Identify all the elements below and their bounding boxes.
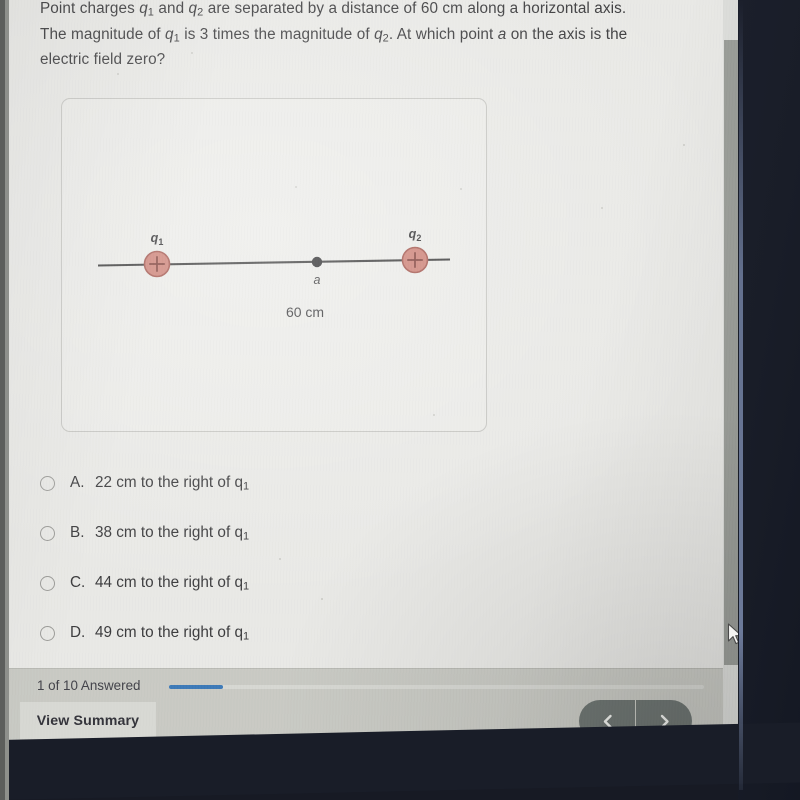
option-text-b-main: 38 cm to the right of q: [95, 524, 243, 541]
option-text-b: 38 cm to the right of q1: [95, 524, 249, 542]
progress-label: 1 of 10 Answered: [37, 678, 141, 693]
dust-speck: [279, 558, 281, 560]
answer-option-c[interactable]: C. 44 cm to the right of q1: [9, 558, 743, 608]
figure-panel: q1 q2 a 60 cm: [61, 98, 487, 432]
bezel-right: [738, 0, 800, 800]
option-text-a-sub: 1: [242, 480, 250, 493]
question-line-1-part-a: Point charges: [40, 0, 140, 17]
option-text-c-sub: 1: [242, 580, 250, 593]
answer-option-a[interactable]: A. 22 cm to the right of q1: [9, 458, 743, 508]
q2-symbol: q: [188, 0, 198, 17]
dust-speck: [683, 144, 685, 146]
option-text-a-main: 22 cm to the right of q: [95, 474, 243, 491]
question-line-2-part-c: . At which point: [388, 25, 498, 43]
answer-options-list: A. 22 cm to the right of q1 B. 38 cm to …: [9, 458, 743, 658]
question-line-1-part-c: are separated by a distance of 60 cm alo…: [203, 0, 627, 17]
radio-button-d[interactable]: [40, 625, 55, 641]
option-letter-d: D.: [70, 624, 86, 641]
question-line-2: The magnitude of q1 is 3 times the magni…: [40, 22, 680, 48]
charge-q1: q1: [143, 231, 171, 278]
view-summary-button[interactable]: View Summary: [20, 702, 156, 739]
question-line-3: electric field zero?: [40, 51, 166, 69]
question-line-1: Point charges q1 and q2 are separated by…: [40, 0, 680, 22]
option-text-d-main: 49 cm to the right of q: [95, 624, 243, 641]
radio-button-a[interactable]: [40, 475, 55, 491]
photographed-screen: Point charges q1 and q2 are separated by…: [0, 0, 800, 800]
screen-edge-glow: [739, 0, 743, 790]
quiz-screen: Point charges q1 and q2 are separated by…: [9, 0, 743, 770]
option-text-b-sub: 1: [242, 530, 250, 543]
question-line-1-part-b: and: [154, 0, 189, 17]
dust-speck: [117, 73, 119, 75]
scrollbar-thumb[interactable]: [724, 40, 739, 665]
option-text-d-sub: 1: [242, 630, 250, 643]
point-a-label: a: [314, 273, 321, 287]
charge-q2-label: q2: [409, 227, 422, 243]
distance-label: 60 cm: [286, 304, 324, 320]
q1-symbol-2: q: [165, 25, 174, 43]
option-letter-c: C.: [70, 574, 86, 591]
option-text-c: 44 cm to the right of q1: [95, 574, 249, 592]
charge-q2: q2: [401, 227, 429, 274]
dust-speck: [601, 207, 603, 209]
charge-diagram: q1 q2 a 60 cm: [97, 227, 451, 320]
question-line-2-part-b: is 3 times the magnitude of: [179, 25, 375, 43]
dust-speck: [433, 414, 435, 416]
q2-symbol-2: q: [374, 25, 383, 43]
question-line-2-part-a: The magnitude of: [40, 25, 166, 43]
question-text: Point charges q1 and q2 are separated by…: [40, 0, 680, 73]
progress-track: [169, 685, 704, 689]
option-text-a: 22 cm to the right of q1: [95, 474, 249, 492]
point-a-dot: [311, 256, 323, 268]
q1-symbol: q: [139, 0, 148, 17]
answer-option-d[interactable]: D. 49 cm to the right of q1: [9, 608, 743, 658]
dust-speck: [191, 52, 193, 54]
bezel-left-inner: [5, 0, 9, 800]
radio-button-b[interactable]: [40, 525, 55, 541]
option-letter-b: B.: [70, 524, 85, 541]
option-letter-a: A.: [70, 474, 85, 491]
dust-speck: [321, 598, 323, 600]
dust-speck: [460, 188, 462, 190]
radio-button-c[interactable]: [40, 575, 55, 591]
progress-fill: [169, 685, 223, 689]
dust-speck: [295, 186, 297, 188]
answer-option-b[interactable]: B. 38 cm to the right of q1: [9, 508, 743, 558]
option-text-c-main: 44 cm to the right of q: [95, 574, 243, 591]
option-text-d: 49 cm to the right of q1: [95, 624, 249, 642]
charge-q1-label: q1: [151, 231, 164, 247]
question-line-2-part-d: on the axis is the: [506, 25, 628, 43]
